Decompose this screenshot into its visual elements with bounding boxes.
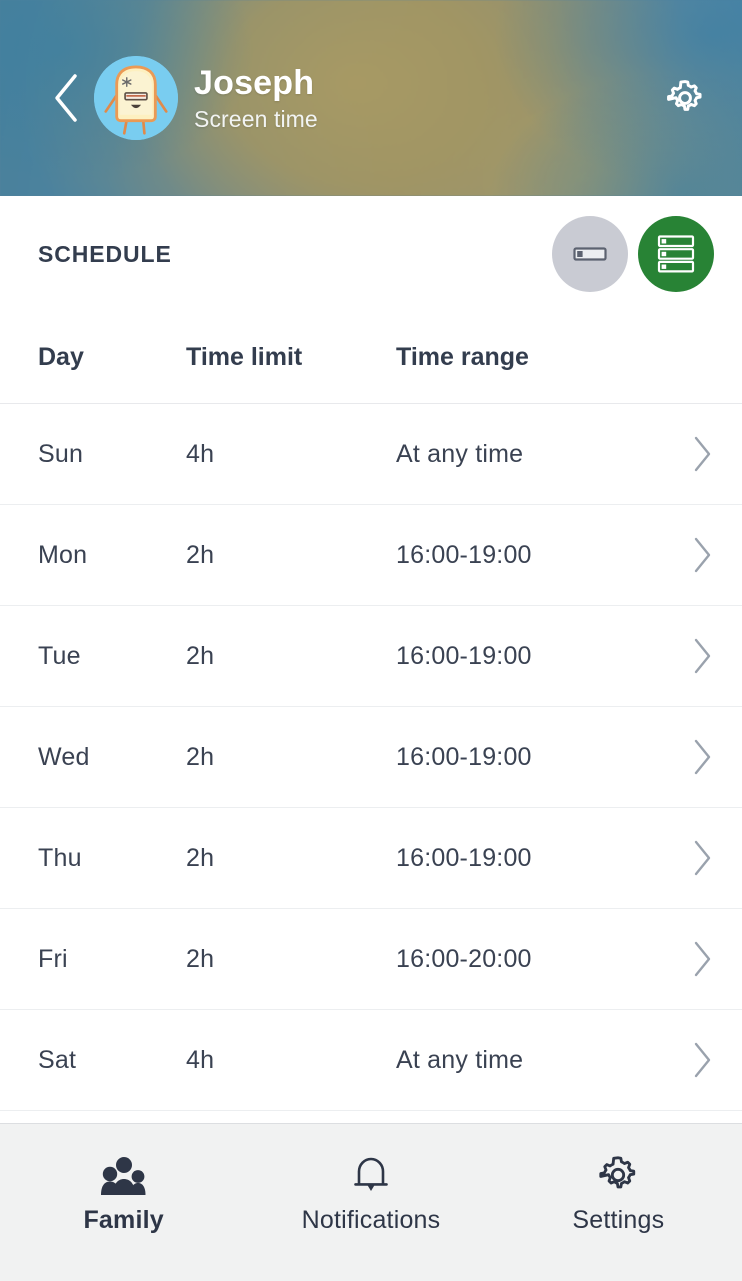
list-rows-icon bbox=[657, 234, 695, 274]
avatar[interactable] bbox=[94, 56, 178, 140]
row-time-limit: 4h bbox=[186, 1045, 215, 1074]
row-time-limit: 2h bbox=[186, 742, 215, 771]
table-row[interactable]: Tue 2h 16:00-19:00 bbox=[0, 606, 742, 707]
row-time-limit: 2h bbox=[186, 641, 215, 670]
row-time-range: 16:00-19:00 bbox=[396, 742, 532, 771]
row-time-range: 16:00-20:00 bbox=[396, 944, 532, 973]
slider-bar-icon bbox=[573, 245, 607, 263]
row-time-range: 16:00-19:00 bbox=[396, 540, 532, 569]
nav-item-family[interactable]: Family bbox=[0, 1150, 247, 1235]
row-day: Fri bbox=[38, 944, 68, 973]
list-view-toggle-button[interactable] bbox=[638, 216, 714, 292]
row-time-limit: 2h bbox=[186, 944, 215, 973]
profile-title-block: Joseph Screen time bbox=[194, 66, 318, 131]
chevron-right-icon[interactable] bbox=[668, 839, 714, 877]
table-row[interactable]: Sat 4h At any time bbox=[0, 1010, 742, 1111]
row-day: Tue bbox=[38, 641, 81, 670]
table-row[interactable]: Wed 2h 16:00-19:00 bbox=[0, 707, 742, 808]
header-settings-button[interactable] bbox=[658, 71, 712, 125]
gear-icon bbox=[596, 1150, 640, 1200]
schedule-header-bar: SCHEDULE bbox=[0, 196, 742, 312]
chevron-left-icon bbox=[49, 72, 83, 124]
nav-item-label: Family bbox=[83, 1206, 164, 1234]
table-row[interactable]: Fri 2h 16:00-20:00 bbox=[0, 909, 742, 1010]
nav-item-label: Notifications bbox=[301, 1206, 441, 1234]
chevron-right-icon[interactable] bbox=[668, 637, 714, 675]
column-header-time-limit: Time limit bbox=[186, 343, 303, 371]
row-time-range: 16:00-19:00 bbox=[396, 843, 532, 872]
table-row[interactable]: Thu 2h 16:00-19:00 bbox=[0, 808, 742, 909]
chevron-right-icon[interactable] bbox=[668, 940, 714, 978]
chevron-right-icon[interactable] bbox=[668, 435, 714, 473]
slider-view-toggle-button[interactable] bbox=[552, 216, 628, 292]
profile-header: Joseph Screen time bbox=[0, 0, 742, 196]
row-time-range: 16:00-19:00 bbox=[396, 641, 532, 670]
page-subtitle: Screen time bbox=[194, 105, 318, 132]
row-time-range: At any time bbox=[396, 439, 524, 468]
nav-item-notifications[interactable]: Notifications bbox=[247, 1150, 494, 1235]
screen-time-screen: Joseph Screen time SCHEDULE Day Time lim… bbox=[0, 0, 742, 1281]
schedule-content: SCHEDULE Day Time limit Time range Sun 4… bbox=[0, 196, 742, 1123]
page-title: Joseph bbox=[194, 63, 315, 102]
table-row[interactable]: Sun 4h At any time bbox=[0, 404, 742, 505]
column-header-time-range: Time range bbox=[396, 343, 529, 371]
family-group-icon bbox=[100, 1150, 147, 1200]
row-day: Wed bbox=[38, 742, 90, 771]
row-time-limit: 2h bbox=[186, 843, 215, 872]
table-row[interactable]: Mon 2h 16:00-19:00 bbox=[0, 505, 742, 606]
gear-icon bbox=[664, 77, 706, 119]
schedule-table-header: Day Time limit Time range bbox=[0, 312, 742, 404]
bell-icon bbox=[351, 1150, 391, 1200]
row-day: Sun bbox=[38, 439, 84, 468]
schedule-section-title: SCHEDULE bbox=[38, 240, 172, 267]
chevron-right-icon[interactable] bbox=[668, 536, 714, 574]
chevron-right-icon[interactable] bbox=[668, 738, 714, 776]
chevron-right-icon[interactable] bbox=[668, 1041, 714, 1079]
row-day: Mon bbox=[38, 540, 88, 569]
bottom-navigation: Family Notifications Settings bbox=[0, 1123, 742, 1281]
nav-item-settings[interactable]: Settings bbox=[495, 1150, 742, 1235]
nav-item-label: Settings bbox=[572, 1206, 665, 1234]
back-button[interactable] bbox=[44, 68, 88, 128]
column-header-day: Day bbox=[38, 343, 84, 371]
row-time-limit: 2h bbox=[186, 540, 215, 569]
row-time-limit: 4h bbox=[186, 439, 215, 468]
toast-character-avatar-icon bbox=[94, 56, 178, 140]
schedule-rows: Sun 4h At any time Mon 2h 16:00-19:00 Tue 2h 16:… bbox=[0, 404, 742, 1123]
row-day: Sat bbox=[38, 1045, 77, 1074]
row-time-range: At any time bbox=[396, 1045, 524, 1074]
row-day: Thu bbox=[38, 843, 82, 872]
